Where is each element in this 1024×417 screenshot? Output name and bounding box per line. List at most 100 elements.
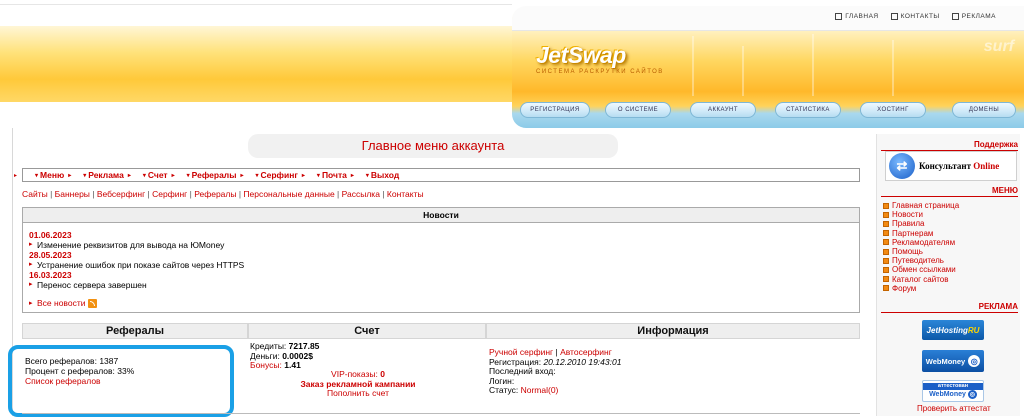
auto-surf-link[interactable]: Автосерфинг [560,347,612,357]
top-divider [0,4,512,5]
menu-arrow-icon: ▸ [14,173,18,179]
sublink-banners[interactable]: Баннеры [55,189,90,199]
consultant-icon [889,153,915,179]
webmoney-icon: ◎ [968,355,981,367]
sidebar-item-news[interactable]: Новости [883,210,959,219]
bullet-icon [883,257,889,264]
logo[interactable]: JetSwap СИСТЕМА РАСКРУТКИ САЙТОВ [536,42,664,75]
menu-item-menu[interactable]: ▾ Меню ▸ [35,170,71,180]
header-panel: ГЛАВНАЯ КОНТАКТЫ РЕКЛАМА JetSwap СИСТЕМА… [512,6,1024,128]
sidebar-item-forum[interactable]: Форум [883,284,959,293]
sidebar-item-rules[interactable]: Правила [883,219,959,228]
sublink-surfing[interactable]: Серфинг [152,189,187,199]
check-attestat-link[interactable]: Проверить аттестат [917,404,991,413]
bullet-icon [883,211,889,218]
news-date: 01.06.2023 [29,230,72,240]
top-link-contacts[interactable]: КОНТАКТЫ [890,13,940,20]
logo-text: JetSwap [536,42,626,68]
menu-item-mail[interactable]: ▾ Почта ▸ [317,170,354,180]
total-referrals: Всего рефералов: 1387 [25,356,119,366]
mail-icon [890,13,898,20]
bullet-icon [883,267,889,274]
nav-about[interactable]: О СИСТЕМЕ [605,102,671,118]
news-item[interactable]: Изменение реквизитов для вывода на ЮMone… [29,240,853,250]
nav-account[interactable]: АККАУНТ [690,102,756,118]
sidebar-item-help[interactable]: Помощь [883,247,959,256]
ad-icon [951,13,959,20]
sublink-websurfing[interactable]: Вебсерфинг [97,189,145,199]
top-links: ГЛАВНАЯ КОНТАКТЫ РЕКЛАМА [835,13,996,20]
referrals-header: Рефералы [22,323,248,339]
bullet-icon [883,276,889,283]
rss-icon[interactable] [88,298,98,308]
account-stats: Рефералы Счет Информация Всего рефералов… [8,323,860,417]
news-date: 16.03.2023 [29,270,72,280]
sidebar-item-partners[interactable]: Партнерам [883,229,959,238]
webmoney-banner[interactable]: WebMoney ◎ [922,350,984,372]
sublink-mailing[interactable]: Рассылка [342,189,380,199]
user-info: Ручной серфинг | Автосерфинг Регистрация… [489,347,622,395]
sublink-personal-data[interactable]: Персональные данные [243,189,334,199]
main-nav: РЕГИСТРАЦИЯ О СИСТЕМЕ АККАУНТ СТАТИСТИКА… [512,96,1024,128]
sublink-contacts[interactable]: Контакты [387,189,424,199]
news-item[interactable]: Устранение ошибок при показе сайтов чере… [29,260,853,270]
nav-statistics[interactable]: СТАТИСТИКА [775,102,841,118]
webmoney-attestat-banner[interactable]: аттестован WebMoney ◎ [922,380,984,402]
manual-surf-link[interactable]: Ручной серфинг [489,347,553,357]
menu-item-ads[interactable]: ▾ Реклама ▸ [83,170,131,180]
bullet-icon [883,285,889,292]
nav-hosting[interactable]: ХОСТИНГ [860,102,926,118]
webmoney-icon: ◎ [967,390,977,399]
bullet-icon [883,202,889,209]
bullet-icon [883,248,889,255]
logo-subtitle: СИСТЕМА РАСКРУТКИ САЙТОВ [536,69,664,75]
sub-links: Сайты | Баннеры | Вебсерфинг | Серфинг |… [22,189,424,199]
sublink-referrals[interactable]: Рефералы [194,189,236,199]
sidebar-menu: Главная страница Новости Правила Партнер… [883,201,959,293]
bullet-icon [883,221,889,227]
top-link-ads[interactable]: РЕКЛАМА [951,13,996,20]
referrals-list-link[interactable]: Список рефералов [25,376,134,386]
news-item[interactable]: Перенос сервера завершен [29,280,853,290]
all-news-link[interactable]: Все новости [29,298,853,308]
sidebar-item-advertisers[interactable]: Рекламодателям [883,238,959,247]
menu-item-referrals[interactable]: ▾ Рефералы ▸ [187,170,244,180]
referrals-info: Всего рефералов: 1387 Процент с реферало… [25,356,134,386]
status: Статус: Normal(0) [489,385,559,395]
support-title: Поддержка [881,140,1018,151]
account-menu-bar: ▾ Меню ▸ ▾ Реклама ▸ ▾ Счет ▸ ▾ Рефералы ▸ ▾ Серф… [22,168,860,182]
surf-watermark: surf [983,38,1014,55]
news-date: 28.05.2023 [29,250,72,260]
bonuses-link[interactable]: Бонусы: [250,360,282,370]
bullet-icon [883,239,889,246]
ads-title: РЕКЛАМА [881,302,1018,313]
sublink-sites[interactable]: Сайты [22,189,48,199]
page-title: Главное меню аккаунта [248,134,618,158]
sidebar-item-guide[interactable]: Путеводитель [883,256,959,265]
menu-item-account[interactable]: ▾ Счет ▸ [143,170,175,180]
sidebar-item-catalog[interactable]: Каталог сайтов [883,275,959,284]
refill-account-link[interactable]: Пополнить счет [270,388,446,399]
home-icon [835,13,843,20]
sidebar-item-home[interactable]: Главная страница [883,201,959,210]
menu-item-surfing[interactable]: ▾ Серфинг ▸ [255,170,304,180]
nav-registration[interactable]: РЕГИСТРАЦИЯ [520,102,590,118]
jethosting-banner[interactable]: JetHosting RU [922,320,984,340]
bullet-icon [883,230,889,237]
info-header: Информация [486,323,860,339]
referral-percent: Процент с рефералов: 33% [25,366,135,376]
account-info: Кредиты: 7217.85 Деньги: 0.0002$ Бонусы:… [250,341,319,371]
news-panel: Новости 01.06.2023 Изменение реквизитов … [22,207,860,313]
nav-domains[interactable]: ДОМЕНЫ [952,102,1016,118]
menu-item-logout[interactable]: ▾ Выход [366,170,399,180]
consultant-online-button[interactable]: Консультант Online [885,151,1017,181]
right-sidebar: Поддержка Консультант Online МЕНЮ Главна… [876,134,1020,416]
top-link-home[interactable]: ГЛАВНАЯ [835,13,878,20]
menu-title: МЕНЮ [881,186,1018,197]
news-title: Новости [23,208,859,223]
sidebar-item-link-exchange[interactable]: Обмен ссылками [883,265,959,274]
header-top-strip: ГЛАВНАЯ КОНТАКТЫ РЕКЛАМА [512,6,1024,31]
news-list: 01.06.2023 Изменение реквизитов для выво… [23,223,859,308]
header-banner [0,26,520,102]
bottom-divider [22,413,860,414]
